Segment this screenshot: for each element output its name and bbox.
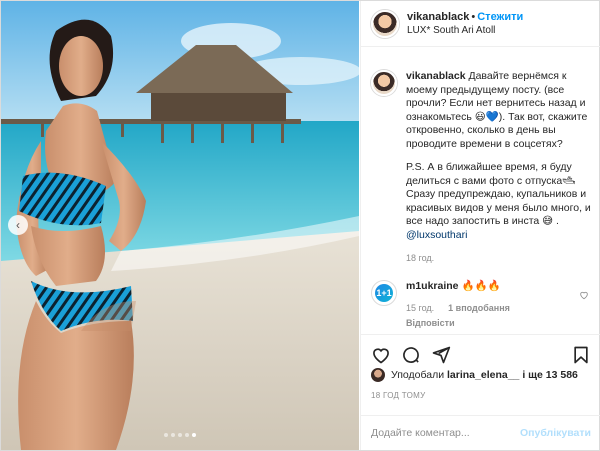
likes-user[interactable]: larina_elena__	[447, 369, 519, 381]
post-location[interactable]: LUX* South Ari Atoll	[407, 24, 523, 37]
publish-button[interactable]: Опублікувати	[520, 427, 591, 439]
post-time[interactable]: 18 ГОД ТОМУ	[361, 382, 600, 400]
comments-list: vikanablack Давайте вернёмся к моему пре…	[361, 48, 600, 334]
chevron-left-icon: ‹	[16, 218, 20, 232]
post-photo[interactable]: ‹	[1, 1, 359, 450]
comment-text: 🔥🔥🔥	[461, 279, 501, 292]
post-header: vikanablack • Стежити LUX* South Ari Atoll	[361, 1, 600, 47]
caption: vikanablack Давайте вернёмся к моему пре…	[361, 48, 600, 266]
likes-prefix: Уподобали	[391, 369, 445, 381]
beach-photo	[1, 1, 359, 450]
caption-username[interactable]: vikanablack	[406, 70, 466, 82]
caption-text-2: P.S. А в ближайшее время, я буду делитьс…	[406, 161, 591, 227]
post-username[interactable]: vikanablack	[407, 11, 469, 23]
caption-mention[interactable]: @luxsouthari	[406, 229, 467, 241]
comment-input[interactable]: Додайте коментар...	[371, 427, 470, 439]
avatar[interactable]	[371, 70, 397, 96]
share-icon[interactable]	[431, 345, 451, 365]
post-dialog: ‹ vikanablack • Стежити LUX* South Ari Ato…	[0, 0, 600, 451]
avatar[interactable]: 1+1	[371, 279, 397, 306]
carousel-indicator	[1, 433, 359, 437]
comment-username[interactable]: m1ukraine	[406, 280, 459, 292]
reply-button[interactable]: Відповісти	[406, 317, 581, 330]
comment-icon[interactable]	[401, 345, 421, 365]
avatar[interactable]	[371, 9, 399, 38]
comment-time[interactable]: 15 год.	[406, 303, 434, 313]
caption-time[interactable]: 18 год.	[406, 252, 593, 266]
follow-button[interactable]: Стежити	[477, 11, 523, 23]
carousel-dot	[178, 433, 182, 437]
carousel-dot	[164, 433, 168, 437]
comment-item: 1+1 m1ukraine 🔥🔥🔥 15 год. 1 вподобання Ві…	[361, 266, 600, 330]
carousel-dot	[185, 433, 189, 437]
previous-photo-button[interactable]: ‹	[8, 215, 28, 235]
carousel-dot	[171, 433, 175, 437]
comment-meta: 15 год. 1 вподобання	[406, 302, 581, 315]
bookmark-icon[interactable]	[571, 345, 591, 365]
add-comment-bar: Додайте коментар... Опублікувати	[361, 415, 600, 450]
carousel-dot-active	[192, 433, 196, 437]
avatar[interactable]	[371, 368, 385, 382]
post-sidebar: vikanablack • Стежити LUX* South Ari Atoll…	[360, 1, 600, 450]
likes-count[interactable]: і ще 13 586	[522, 369, 578, 381]
heart-icon[interactable]	[371, 345, 391, 365]
heart-icon[interactable]	[579, 290, 589, 300]
comment-likes[interactable]: 1 вподобання	[448, 303, 510, 313]
likes-summary: Уподобали larina_elena__ і ще 13 586	[361, 368, 600, 382]
separator-dot: •	[471, 10, 476, 23]
